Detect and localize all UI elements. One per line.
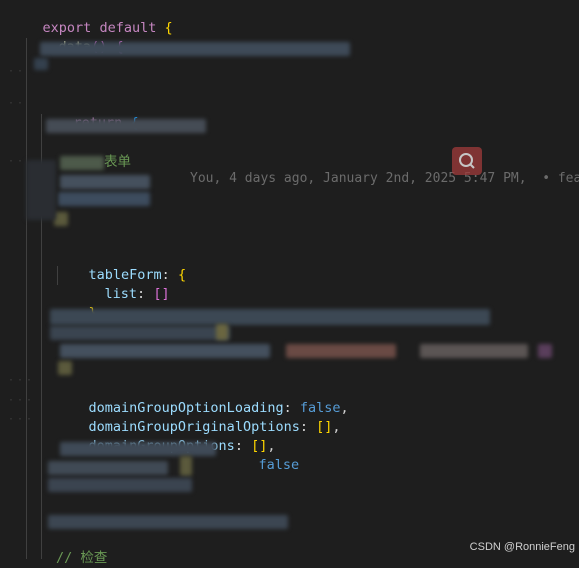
redacted-code: [48, 461, 168, 475]
redacted-code: [538, 344, 552, 358]
array-literal: []: [153, 286, 170, 302]
code-line[interactable]: domainGroupOriginalOptions: [],: [56, 399, 341, 435]
code-line[interactable]: return {: [41, 95, 139, 131]
code-line[interactable]: false: [226, 437, 300, 473]
watermark: CSDN @RonnieFeng: [469, 541, 575, 553]
whitespace-dots: ···: [8, 375, 36, 386]
whitespace-dots: ··: [8, 156, 27, 167]
array-literal: []: [316, 419, 333, 435]
code-line[interactable]: data() {: [26, 19, 124, 55]
brace: {: [164, 20, 173, 36]
code-line[interactable]: tableForm: {: [56, 247, 187, 283]
redacted-code: [58, 192, 150, 206]
indent-guide: [26, 38, 27, 559]
redacted-code: [46, 119, 206, 133]
code-line[interactable]: },: [56, 285, 105, 321]
code-comment: 表单: [104, 154, 131, 170]
redacted-code: [48, 515, 288, 529]
redacted-code: [58, 361, 72, 375]
code-line[interactable]: list: []: [72, 266, 170, 302]
search-icon[interactable]: [452, 147, 482, 175]
whitespace-dots: ··: [8, 98, 27, 109]
redacted-code: [50, 309, 490, 325]
redacted-code: [26, 160, 56, 220]
code-editor[interactable]: ·· ·· ·· ··· ··· ··· export default { da…: [0, 0, 579, 566]
code-line[interactable]: domainGroupOptions: [],: [56, 418, 276, 454]
redacted-code: [60, 156, 104, 170]
whitespace-dots: ··: [8, 66, 27, 77]
redacted-code: [60, 344, 270, 358]
boolean-value: false: [258, 457, 300, 473]
redacted-code: [48, 478, 192, 492]
whitespace-dots: ···: [8, 414, 36, 425]
redacted-code: [286, 344, 396, 358]
redacted-code: [34, 58, 48, 70]
redacted-code: [180, 456, 192, 476]
whitespace-dots: ···: [8, 395, 36, 406]
redacted-code: [420, 344, 528, 358]
code-line[interactable]: domainGroupOptionLoading: false,: [56, 380, 349, 416]
redacted-code: [60, 442, 216, 456]
redacted-code: [40, 42, 350, 56]
git-blame-annotation: You, 4 days ago, January 2nd, 2025 5:47 …: [190, 171, 579, 186]
redacted-code: [216, 324, 228, 340]
redacted-code: [54, 212, 68, 226]
brace: {: [177, 267, 187, 283]
redacted-code: [50, 326, 230, 340]
property-key: list: [104, 286, 138, 302]
code-line[interactable]: export default {: [10, 0, 173, 36]
redacted-code: [60, 175, 150, 189]
